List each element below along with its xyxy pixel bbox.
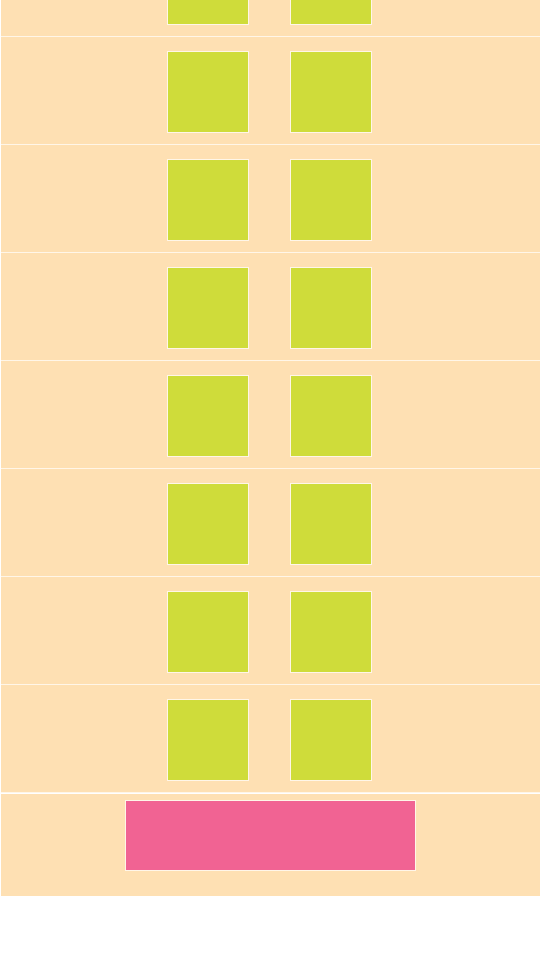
action-button[interactable] <box>125 800 416 871</box>
list-row <box>1 469 540 577</box>
tile[interactable] <box>290 699 372 781</box>
list-row <box>1 145 540 253</box>
tile[interactable] <box>290 267 372 349</box>
list-row <box>1 577 540 685</box>
tile[interactable] <box>167 483 249 565</box>
tile[interactable] <box>290 375 372 457</box>
list-row <box>1 685 540 793</box>
footer <box>1 794 540 896</box>
tile[interactable] <box>290 483 372 565</box>
tile[interactable] <box>167 159 249 241</box>
list-row <box>1 0 540 37</box>
tile[interactable] <box>290 159 372 241</box>
tile[interactable] <box>290 591 372 673</box>
list-row <box>1 361 540 469</box>
tile[interactable] <box>290 0 372 25</box>
list-row <box>1 37 540 145</box>
list-row <box>1 253 540 361</box>
tile[interactable] <box>167 591 249 673</box>
tile[interactable] <box>167 267 249 349</box>
tile[interactable] <box>167 51 249 133</box>
tile[interactable] <box>167 0 249 25</box>
tile[interactable] <box>167 699 249 781</box>
tile[interactable] <box>167 375 249 457</box>
tile-list[interactable] <box>1 0 540 793</box>
tile[interactable] <box>290 51 372 133</box>
